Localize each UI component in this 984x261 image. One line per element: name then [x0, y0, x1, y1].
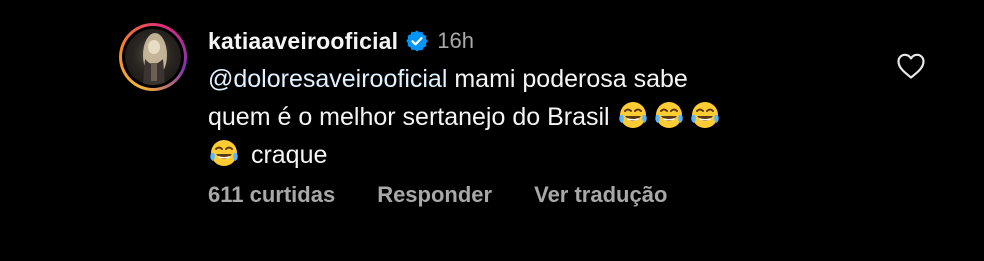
- comment-line-1: @doloresaveirooficial mami poderosa sabe: [208, 60, 848, 98]
- comment-line-3: craque: [208, 136, 848, 174]
- translate-button[interactable]: Ver tradução: [534, 182, 667, 208]
- comment-text: @doloresaveirooficial mami poderosa sabe…: [208, 60, 848, 174]
- avatar-ring-gap: [122, 26, 184, 88]
- comment-line-2: quem é o melhor sertanejo do Brasil: [208, 98, 848, 136]
- comment-text-part-2: quem é o melhor sertanejo do Brasil: [208, 103, 617, 131]
- mention-link[interactable]: @doloresaveirooficial: [208, 65, 447, 93]
- tears-of-joy-emoji-icon: [208, 137, 240, 169]
- likes-count[interactable]: 611 curtidas: [208, 182, 335, 208]
- tears-of-joy-emoji-icon: [689, 99, 721, 131]
- avatar-photo: [143, 33, 167, 85]
- comment-actions: 611 curtidas Responder Ver tradução: [208, 182, 709, 208]
- comment: katiaaveirooficial 16h @doloresaveiroofi…: [0, 0, 984, 261]
- username[interactable]: katiaaveirooficial: [208, 28, 398, 55]
- comment-text-part-3: craque: [250, 141, 328, 169]
- timestamp: 16h: [437, 28, 474, 53]
- tears-of-joy-emoji-icon: [653, 99, 685, 131]
- reply-button[interactable]: Responder: [377, 182, 492, 208]
- tears-of-joy-emoji-icon: [617, 99, 649, 131]
- verified-badge-icon: [405, 29, 429, 53]
- avatar-story-ring[interactable]: [119, 23, 187, 91]
- heart-outline-icon[interactable]: [896, 52, 926, 80]
- avatar[interactable]: [125, 29, 181, 85]
- comment-text-part-1: mami poderosa sabe: [447, 65, 688, 93]
- comment-header: katiaaveirooficial 16h: [208, 24, 474, 58]
